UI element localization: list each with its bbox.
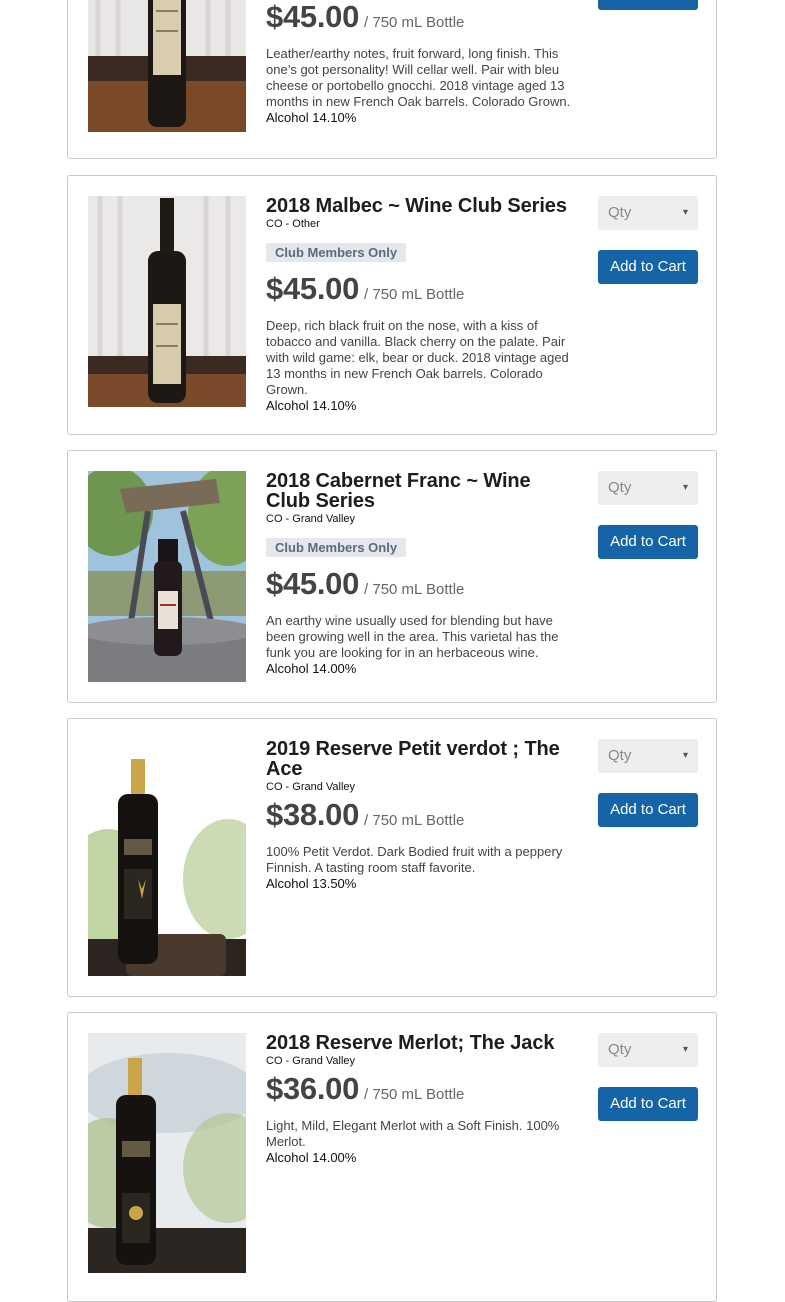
product-region: CO - Grand Valley <box>266 1055 356 1067</box>
product-image[interactable] <box>88 739 246 976</box>
product-info: 2018 Malbec ~ Wine Club Series CO - Othe… <box>266 196 578 414</box>
product-description: Leather/earthy notes, fruit forward, lon… <box>266 46 571 109</box>
product-price: $45.00 <box>266 271 360 306</box>
add-to-cart-button[interactable]: Add to Cart <box>598 1087 698 1121</box>
product-description: Deep, rich black fruit on the nose, with… <box>266 318 569 397</box>
quantity-placeholder: Qty <box>608 479 632 496</box>
product-description: 100% Petit Verdot. Dark Bodied fruit wit… <box>266 844 563 875</box>
product-card: 2018 Reserve Merlot; The Jack CO - Grand… <box>67 1012 717 1302</box>
product-region: CO - Other <box>266 218 320 230</box>
price-row: $36.00/ 750 mL Bottle <box>266 1072 578 1112</box>
product-unit: / 750 mL Bottle <box>364 581 465 598</box>
add-to-cart-button[interactable]: Add to Cart <box>598 525 698 559</box>
product-title[interactable]: 2019 Reserve Petit verdot ; The Ace <box>266 739 578 779</box>
club-members-badge: Club Members Only <box>266 243 407 262</box>
chevron-down-icon: ▾ <box>682 750 688 761</box>
club-members-badge: Club Members Only <box>266 538 407 557</box>
product-price: $45.00 <box>266 0 360 34</box>
price-row: $45.00/ 750 mL Bottle <box>266 272 578 312</box>
product-image[interactable] <box>88 0 246 132</box>
product-info: 2018 Reserve Merlot; The Jack CO - Grand… <box>266 1033 578 1166</box>
quantity-placeholder: Qty <box>608 204 632 221</box>
product-info: 2018 Cabernet Franc ~ Wine Club Series C… <box>266 471 578 677</box>
product-alcohol: Alcohol 14.10% <box>266 398 357 413</box>
product-unit: / 750 mL Bottle <box>364 1086 465 1103</box>
product-price: $38.00 <box>266 797 360 832</box>
quantity-select[interactable]: Qty ▾ <box>598 1033 698 1067</box>
quantity-select[interactable]: Qty ▾ <box>598 196 698 230</box>
product-info: 2019 Reserve Petit verdot ; The Ace CO -… <box>266 739 578 892</box>
product-price: $36.00 <box>266 1071 360 1106</box>
product-description: An earthy wine usually used for blending… <box>266 613 559 660</box>
product-image[interactable] <box>88 1033 246 1273</box>
add-to-cart-button[interactable]: Add to Cart <box>598 250 698 284</box>
quantity-placeholder: Qty <box>608 1041 632 1058</box>
product-info: $45.00/ 750 mL Bottle Leather/earthy not… <box>266 0 578 126</box>
product-region: CO - Grand Valley <box>266 781 356 793</box>
product-unit: / 750 mL Bottle <box>364 14 465 31</box>
chevron-down-icon: ▾ <box>682 207 688 218</box>
quantity-select[interactable]: Qty ▾ <box>598 471 698 505</box>
product-card: 2018 Malbec ~ Wine Club Series CO - Othe… <box>67 175 717 435</box>
product-price: $45.00 <box>266 566 360 601</box>
product-image[interactable] <box>88 471 246 682</box>
add-to-cart-button[interactable]: Add to Cart <box>598 0 698 10</box>
product-region: CO - Grand Valley <box>266 513 356 525</box>
product-alcohol: Alcohol 14.00% <box>266 661 357 676</box>
product-image[interactable] <box>88 196 246 407</box>
price-row: $45.00/ 750 mL Bottle <box>266 0 578 40</box>
add-to-cart-button[interactable]: Add to Cart <box>598 793 698 827</box>
product-alcohol: Alcohol 14.00% <box>266 1150 357 1165</box>
product-unit: / 750 mL Bottle <box>364 286 465 303</box>
product-alcohol: Alcohol 14.10% <box>266 110 357 125</box>
product-unit: / 750 mL Bottle <box>364 812 465 829</box>
product-title[interactable]: 2018 Malbec ~ Wine Club Series <box>266 196 578 216</box>
product-title[interactable]: 2018 Cabernet Franc ~ Wine Club Series <box>266 471 578 511</box>
product-description: Light, Mild, Elegant Merlot with a Soft … <box>266 1118 560 1149</box>
price-row: $38.00/ 750 mL Bottle <box>266 798 578 838</box>
quantity-select[interactable]: Qty ▾ <box>598 739 698 773</box>
product-title[interactable]: 2018 Reserve Merlot; The Jack <box>266 1033 578 1053</box>
product-card: $45.00/ 750 mL Bottle Leather/earthy not… <box>67 0 717 159</box>
chevron-down-icon: ▾ <box>682 482 688 493</box>
chevron-down-icon: ▾ <box>682 1044 688 1055</box>
product-card: 2019 Reserve Petit verdot ; The Ace CO -… <box>67 718 717 997</box>
product-card: 2018 Cabernet Franc ~ Wine Club Series C… <box>67 450 717 703</box>
product-alcohol: Alcohol 13.50% <box>266 876 357 891</box>
quantity-placeholder: Qty <box>608 747 632 764</box>
price-row: $45.00/ 750 mL Bottle <box>266 567 578 607</box>
